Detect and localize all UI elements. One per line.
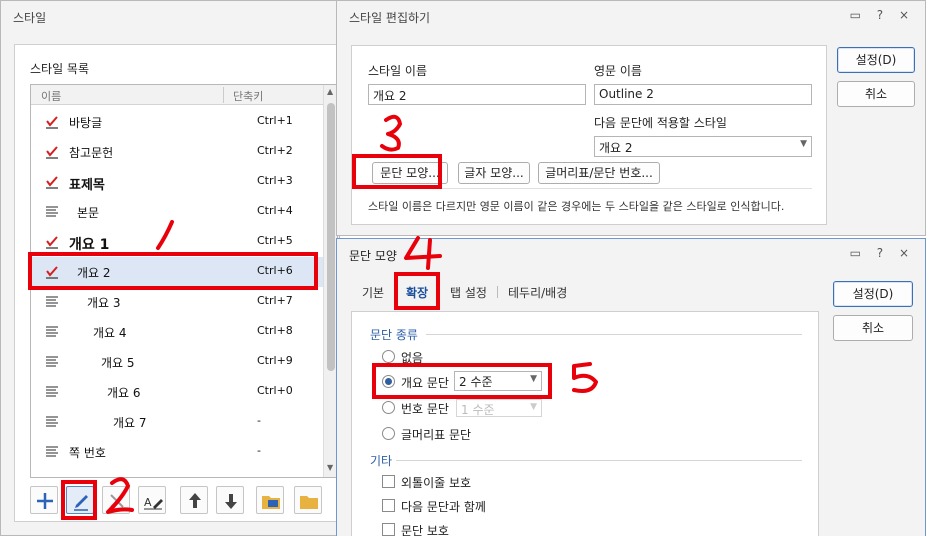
annotation-mark-4 — [404, 236, 442, 270]
annotation-strokes — [106, 114, 598, 514]
annotation-mark-2 — [106, 477, 134, 514]
annotation-mark-1 — [156, 220, 174, 250]
annotation-mark-3 — [380, 114, 402, 152]
annotation-mark-5 — [572, 362, 598, 393]
